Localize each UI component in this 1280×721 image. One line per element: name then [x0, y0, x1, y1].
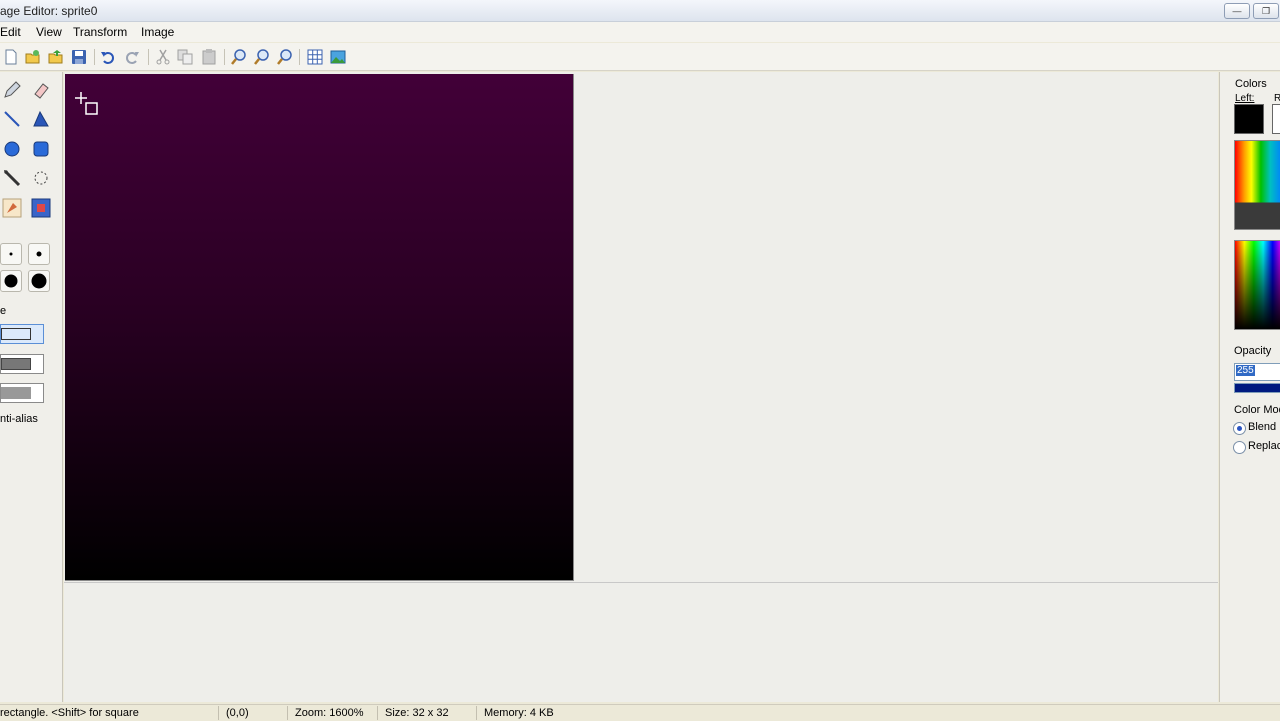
- fill-icon[interactable]: [1, 197, 23, 219]
- zoom-in-icon[interactable]: [230, 48, 248, 66]
- brush-size-large[interactable]: [0, 270, 22, 292]
- menu-transform[interactable]: Transform: [73, 25, 127, 39]
- color-palette[interactable]: [1234, 140, 1280, 230]
- left-color-label: Left:: [1235, 93, 1255, 104]
- sprite-canvas[interactable]: [65, 74, 574, 581]
- open-icon[interactable]: [24, 48, 42, 66]
- status-zoom: Zoom: 1600%: [295, 707, 364, 719]
- image-preview-icon[interactable]: [329, 48, 347, 66]
- grid-icon[interactable]: [306, 48, 324, 66]
- status-separator: [377, 706, 378, 720]
- menu-view[interactable]: View: [36, 25, 62, 39]
- paint-area-divider: [64, 582, 1218, 583]
- brush-size-xlarge[interactable]: [28, 270, 50, 292]
- color-spectrum-picker[interactable]: [1234, 240, 1280, 330]
- right-color-label: R: [1274, 93, 1280, 104]
- maximize-button[interactable]: ❐: [1253, 3, 1279, 19]
- antialias-label: nti-alias: [0, 413, 38, 425]
- colors-title: Colors: [1235, 78, 1267, 90]
- redo-icon[interactable]: [123, 48, 141, 66]
- tools-panel: e nti-alias: [0, 72, 63, 702]
- replace-label: Replac: [1248, 440, 1280, 452]
- opacity-slider[interactable]: [1234, 383, 1280, 393]
- polygon-icon[interactable]: [30, 108, 52, 130]
- rounded-rect-icon[interactable]: [30, 138, 52, 160]
- recolor-icon[interactable]: [30, 197, 52, 219]
- undo-icon[interactable]: [99, 48, 117, 66]
- opacity-label: Opacity: [1234, 345, 1272, 357]
- fill-style-outline[interactable]: [0, 324, 44, 344]
- color-mode-label: Color Mod: [1234, 404, 1280, 416]
- menu-edit[interactable]: Edit: [0, 25, 21, 39]
- line-icon[interactable]: [1, 108, 23, 130]
- toolbar-separator: [94, 49, 95, 65]
- lasso-icon[interactable]: [30, 167, 52, 189]
- fill-style-label: e: [0, 305, 7, 317]
- status-hint: rectangle. <Shift> for square: [0, 707, 139, 719]
- brush-size-small[interactable]: [0, 243, 22, 265]
- ellipse-icon[interactable]: [1, 138, 23, 160]
- toolbar: [0, 43, 1280, 71]
- toolbar-separator: [224, 49, 225, 65]
- replace-radio[interactable]: [1233, 441, 1246, 454]
- fill-style-outline-fill[interactable]: [0, 354, 44, 374]
- new-icon[interactable]: [2, 48, 20, 66]
- copy-icon[interactable]: [176, 48, 194, 66]
- brush-size-medium[interactable]: [28, 243, 50, 265]
- primary-color-swatch[interactable]: [1234, 104, 1264, 134]
- window-title: age Editor: sprite0: [0, 4, 98, 18]
- status-bar: rectangle. <Shift> for square (0,0) Zoom…: [0, 704, 1280, 721]
- open-folder-icon[interactable]: [47, 48, 65, 66]
- save-icon[interactable]: [70, 48, 88, 66]
- status-size: Size: 32 x 32: [385, 707, 449, 719]
- status-coords: (0,0): [226, 707, 249, 719]
- fill-style-fill[interactable]: [0, 383, 44, 403]
- minimize-button[interactable]: —: [1224, 3, 1250, 19]
- colors-panel: Colors Left: R Opacity 255 Color Mod Ble…: [1219, 72, 1280, 702]
- blend-label: Blend: [1248, 421, 1277, 433]
- zoom-out-icon[interactable]: [253, 48, 271, 66]
- paste-icon[interactable]: [200, 48, 218, 66]
- menu-bar: Edit View Transform Image: [0, 22, 1280, 42]
- status-separator: [287, 706, 288, 720]
- rectangle-cursor-icon: [75, 92, 98, 115]
- zoom-actual-icon[interactable]: [276, 48, 294, 66]
- menu-image[interactable]: Image: [141, 25, 174, 39]
- toolbar-separator: [148, 49, 149, 65]
- toolbar-separator: [299, 49, 300, 65]
- title-bar: age Editor: sprite0 — ❐: [0, 0, 1280, 22]
- status-memory: Memory: 4 KB: [484, 707, 554, 719]
- opacity-input[interactable]: 255: [1234, 363, 1280, 381]
- secondary-color-swatch[interactable]: [1272, 104, 1280, 134]
- blend-radio[interactable]: [1233, 422, 1246, 435]
- status-separator: [476, 706, 477, 720]
- cut-icon[interactable]: [154, 48, 172, 66]
- status-separator: [218, 706, 219, 720]
- eraser-icon[interactable]: [30, 79, 52, 101]
- pencil-icon[interactable]: [1, 79, 23, 101]
- eyedropper-icon[interactable]: [1, 167, 23, 189]
